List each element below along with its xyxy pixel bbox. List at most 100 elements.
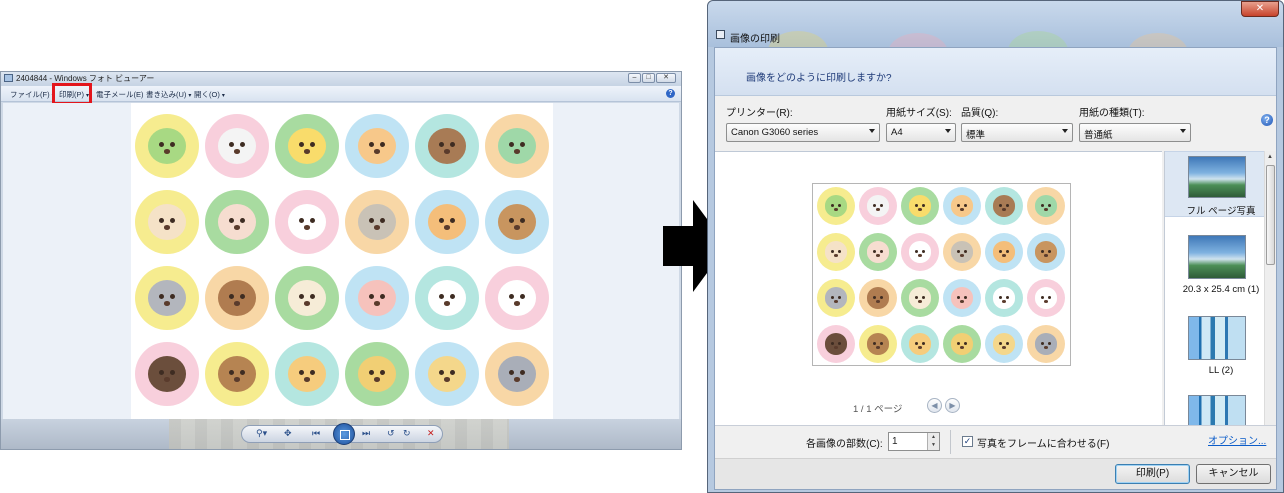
animal-rabbit-icon [205, 190, 269, 254]
maximize-icon[interactable]: □ [642, 73, 655, 83]
zoom-icon[interactable]: ⚲▾ [256, 428, 267, 439]
animal-elephant-icon [485, 342, 549, 406]
animal-frog-icon [817, 187, 855, 225]
rotate-right-icon[interactable]: ↻ [403, 428, 411, 439]
paper-size-select[interactable]: A4 [886, 123, 956, 142]
dialog-title: 画像の印刷 [730, 34, 780, 45]
menu-file[interactable]: ファイル(F) ▾ [10, 89, 55, 100]
titlebar-decoration [1128, 33, 1188, 47]
delete-icon[interactable]: ✕ [427, 428, 435, 439]
animal-pig-icon [943, 279, 981, 317]
animal-cat-icon [345, 190, 409, 254]
paper-type-label: 用紙の種類(T): [1079, 108, 1145, 119]
layout-scrollbar[interactable]: ▲ [1264, 151, 1276, 425]
layout-label: LL (2) [1208, 365, 1234, 376]
animal-koala-icon [135, 266, 199, 330]
chevron-down-icon [1062, 129, 1068, 133]
animal-shiba-icon [415, 190, 479, 254]
animal-koala-icon [817, 279, 855, 317]
close-icon[interactable]: ✕ [656, 73, 676, 83]
next-icon[interactable]: ⏭ [362, 428, 370, 439]
slideshow-icon[interactable] [333, 423, 355, 445]
menu-burn[interactable]: 書き込み(U) ▾ [146, 89, 191, 100]
animal-tiger-icon [275, 342, 339, 406]
animal-monkey-icon [485, 190, 549, 254]
viewer-menubar: ファイル(F) ▾ 印刷(P) ▾ 電子メール(E) 書き込み(U) ▾ 開く(O) ▾… [1, 86, 681, 102]
portrait-thumbnail [1188, 316, 1246, 360]
print-button[interactable]: 印刷(P) [1115, 464, 1190, 484]
animal-pig-icon [345, 266, 409, 330]
animal-snake-icon [485, 114, 549, 178]
previous-page-icon[interactable]: ◀ [927, 398, 942, 413]
animal-sheep-icon [275, 266, 339, 330]
menu-open[interactable]: 開く(O) ▾ [194, 89, 225, 100]
layout-ll[interactable]: LL (2) [1165, 311, 1276, 376]
animal-tiger-cat-icon [345, 114, 409, 178]
animal-black-bear-icon [817, 325, 855, 363]
photo-viewer-window: 2404844 - Windows フォト ビューアー – □ ✕ ファイル(F… [0, 71, 682, 450]
animal-panda-icon [1027, 279, 1065, 317]
copies-stepper[interactable]: 1 ▲ ▼ [888, 432, 940, 451]
help-icon[interactable]: ? [666, 89, 675, 98]
animal-seal-icon [205, 114, 269, 178]
previous-icon[interactable]: ⏮ [312, 428, 320, 439]
scroll-up-icon[interactable]: ▲ [1267, 154, 1273, 160]
titlebar-decoration [888, 33, 948, 47]
stepper-arrows-icon[interactable]: ▲ ▼ [927, 433, 939, 450]
animal-bear-brown-icon [415, 114, 479, 178]
dialog-body: 画像をどのように印刷しますか? プリンター(R): Canon G3060 se… [714, 47, 1277, 490]
animal-hedgehog-icon [135, 190, 199, 254]
viewer-controlbar: ⚲▾ ✥ ⏮ ⏭ ↺ ↻ ✕ [1, 419, 681, 449]
fit-frame-checkbox[interactable]: ✓ [962, 436, 973, 447]
quality-select[interactable]: 標準 [961, 123, 1073, 142]
preview-page [812, 183, 1071, 366]
scrollbar-thumb[interactable] [1266, 165, 1275, 265]
options-link[interactable]: オプション... [1208, 432, 1266, 447]
next-page-icon[interactable]: ▶ [945, 398, 960, 413]
actual-size-icon[interactable]: ✥ [284, 428, 292, 439]
viewer-controls: ⚲▾ ✥ ⏮ ⏭ ↺ ↻ ✕ [241, 423, 443, 445]
animal-tiger-icon [901, 325, 939, 363]
window-buttons: – □ ✕ [628, 73, 676, 83]
layout-more[interactable] [1165, 391, 1276, 425]
dialog-titlebar: 画像の印刷 [708, 1, 1283, 47]
quality-label: 品質(Q): [961, 108, 999, 119]
landscape-thumbnail [1188, 235, 1246, 279]
animal-chicken-icon [275, 190, 339, 254]
quality-value: 標準 [966, 130, 986, 141]
print-preview: 1 / 1 ページ ◀ ▶ [715, 151, 1162, 425]
animal-tiger-cat-icon [943, 187, 981, 225]
copies-label: 各画像の部数(C): [806, 439, 883, 450]
titlebar-decoration [1008, 31, 1068, 47]
paper-type-select[interactable]: 普通紙 [1079, 123, 1191, 142]
animal-panda-icon [485, 266, 549, 330]
minimize-icon[interactable]: – [628, 73, 641, 83]
printer-icon [716, 30, 725, 39]
cancel-button[interactable]: キャンセル [1196, 464, 1271, 484]
animal-bear-icon [205, 342, 269, 406]
animal-bear-icon [859, 325, 897, 363]
animal-cow-icon [415, 266, 479, 330]
printer-select[interactable]: Canon G3060 series [726, 123, 880, 142]
print-menu-highlight [52, 83, 92, 105]
printer-value: Canon G3060 series [731, 127, 819, 138]
layout-20x25[interactable]: 20.3 x 25.4 cm (1) [1165, 229, 1276, 299]
print-dialog: 画像の印刷 ✕ 画像をどのように印刷しますか? プリンター(R): Canon … [707, 0, 1284, 493]
animal-elephant-icon [1027, 325, 1065, 363]
animal-cow-icon [985, 279, 1023, 317]
close-icon[interactable]: ✕ [1241, 1, 1279, 17]
animal-hedgehog-icon [817, 233, 855, 271]
animal-giraffe-icon [415, 342, 479, 406]
animal-lion-icon [943, 325, 981, 363]
animal-giraffe-icon [985, 325, 1023, 363]
animal-monkey-icon [1027, 233, 1065, 271]
menu-email[interactable]: 電子メール(E) [96, 89, 144, 100]
layout-full-page[interactable]: フル ページ写真 [1165, 151, 1276, 217]
animal-chick-icon [275, 114, 339, 178]
dialog-question: 画像をどのように印刷しますか? [746, 73, 892, 84]
rotate-left-icon[interactable]: ↺ [387, 428, 395, 439]
photo-viewer-app-icon [4, 74, 13, 82]
animal-seal-icon [859, 187, 897, 225]
help-icon[interactable]: ? [1261, 114, 1273, 126]
viewer-content [3, 103, 679, 419]
